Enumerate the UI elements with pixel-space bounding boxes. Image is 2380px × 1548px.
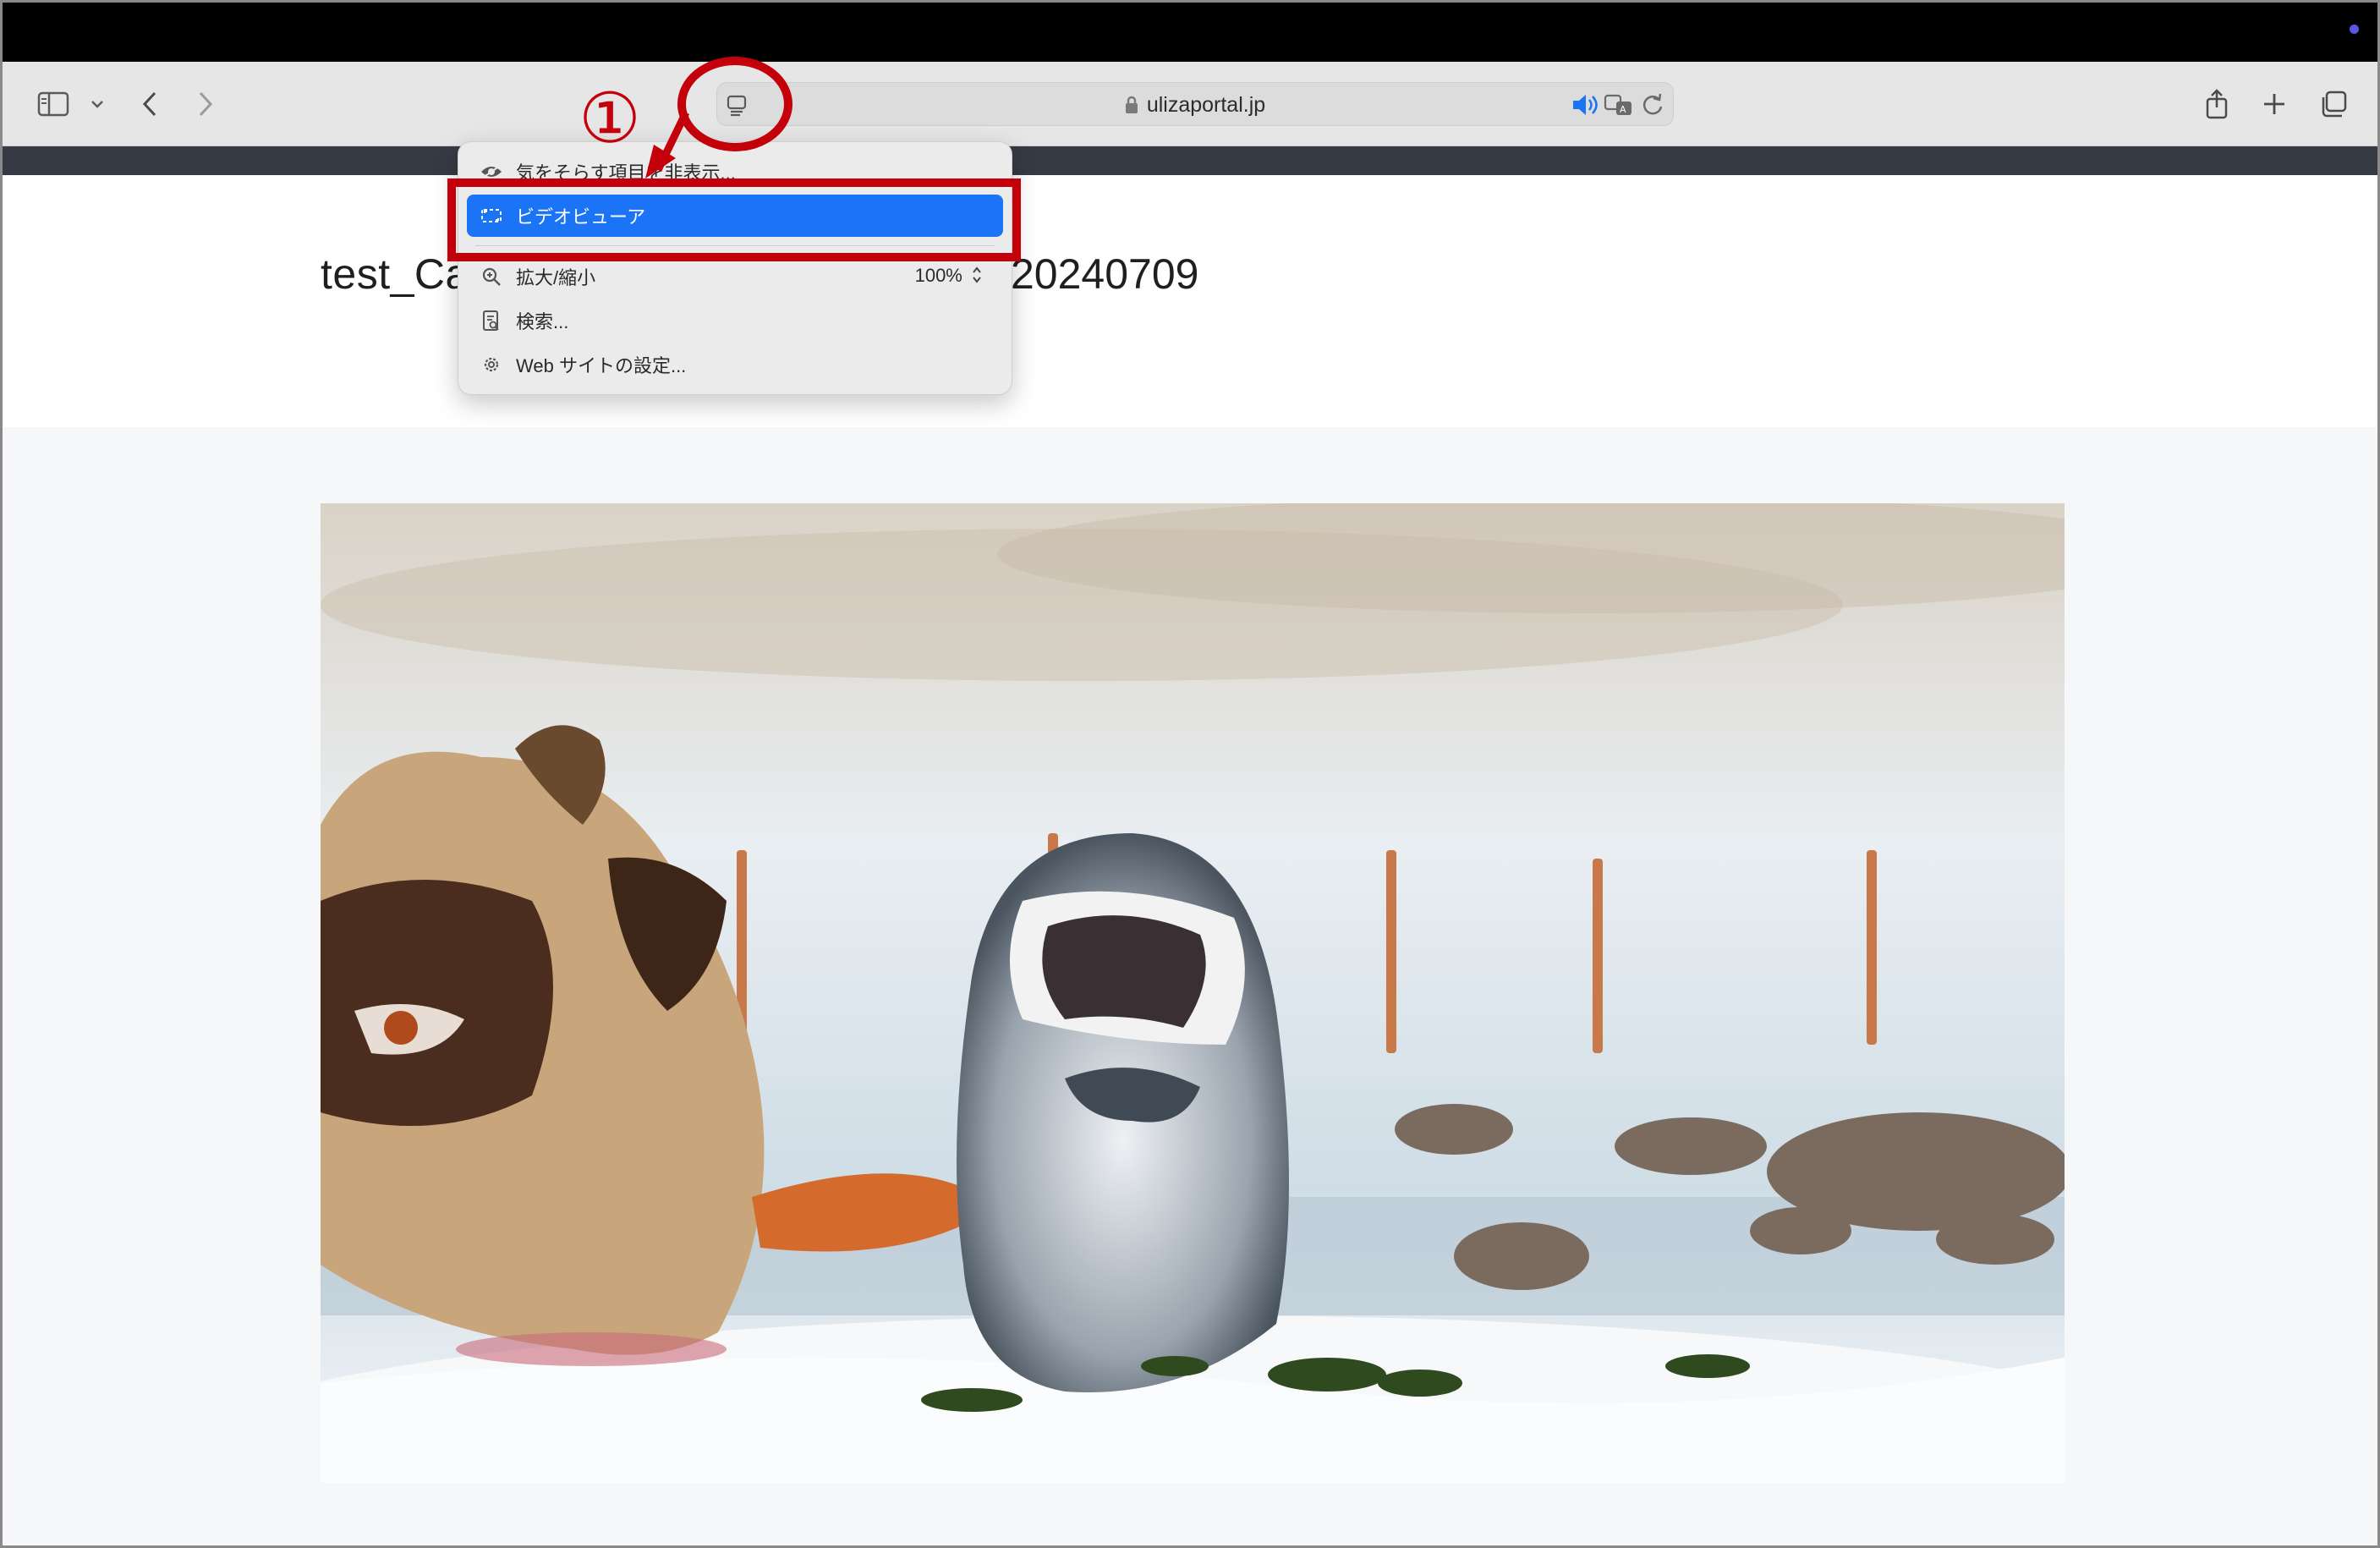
menu-item-website-settings[interactable]: Web サイトの設定... bbox=[467, 343, 1003, 386]
web-page: test_Ca 20240709 bbox=[3, 175, 2377, 1545]
browser-window: ulizaportal.jp A test_Ca 20240709 気をそらす項… bbox=[0, 0, 2380, 1548]
zoom-value-wrap: 100% bbox=[915, 265, 983, 289]
menu-item-label: Web サイトの設定... bbox=[516, 355, 687, 376]
zoom-icon bbox=[479, 266, 504, 287]
stepper-icon[interactable] bbox=[971, 266, 983, 289]
video-frame-image bbox=[321, 503, 2065, 1483]
menu-item-label: 検索... bbox=[516, 311, 569, 332]
menu-item-label: 拡大/縮小 bbox=[516, 267, 596, 288]
find-icon bbox=[479, 310, 504, 332]
page-title-right: 20240709 bbox=[1011, 250, 1199, 298]
video-player[interactable] bbox=[321, 503, 2065, 1483]
gear-icon bbox=[479, 354, 504, 375]
zoom-value: 100% bbox=[914, 264, 962, 286]
annotation-arrow bbox=[645, 111, 690, 178]
menu-item-zoom[interactable]: 拡大/縮小 100% bbox=[467, 255, 1003, 298]
menu-item-find[interactable]: 検索... bbox=[467, 299, 1003, 342]
